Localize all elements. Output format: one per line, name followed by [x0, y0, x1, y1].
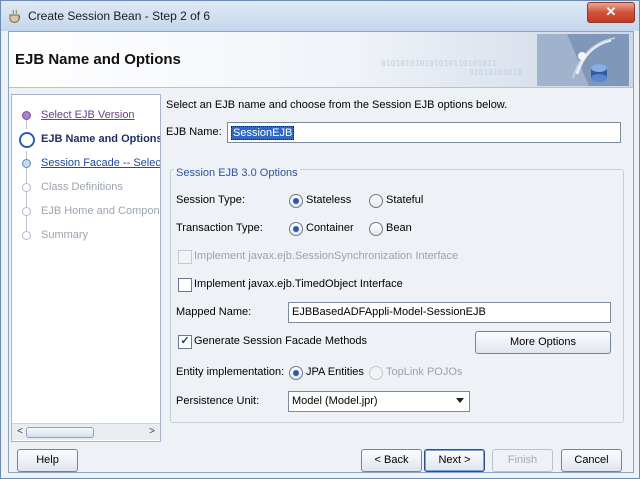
group-title: Session EJB 3.0 Options — [174, 167, 300, 179]
close-button[interactable]: ✕ — [587, 2, 635, 23]
step-label: Summary — [41, 229, 89, 241]
close-icon: ✕ — [605, 4, 617, 19]
more-options-button[interactable]: More Options — [475, 331, 611, 354]
mapped-name-label: Mapped Name: — [176, 306, 252, 318]
step-future-icon — [22, 231, 31, 240]
session-options-group — [170, 169, 624, 423]
stateless-label: Stateless — [306, 194, 352, 206]
satellite-dish-logo-icon — [537, 34, 629, 86]
window-title: Create Session Bean - Step 2 of 6 — [28, 9, 211, 23]
wizard-header: EJB Name and Options 0101010101010101101… — [9, 32, 633, 88]
transaction-type-label: Transaction Type: — [176, 222, 263, 234]
ejb-name-value: SessionEJB — [231, 126, 295, 140]
chevron-down-icon — [456, 398, 464, 403]
binary-decoration: 010101010101010110101011 — [381, 59, 497, 68]
toplink-pojos-label: TopLink POJOs — [386, 366, 463, 378]
stateful-radio[interactable] — [369, 194, 383, 208]
session-sync-label: Implement javax.ejb.SessionSynchronizati… — [194, 250, 459, 262]
step-future-icon — [22, 207, 31, 216]
toplink-pojos-radio[interactable] — [369, 366, 383, 380]
step-label: EJB Name and Options — [41, 133, 161, 145]
timed-object-checkbox[interactable] — [178, 278, 192, 292]
session-sync-checkbox[interactable] — [178, 250, 192, 264]
steps-horizontal-scrollbar[interactable]: < > — [12, 423, 160, 440]
scroll-right-icon[interactable]: > — [145, 425, 159, 439]
session-type-label: Session Type: — [176, 194, 245, 206]
mapped-name-value: EJBBasedADFAppli-Model-SessionEJB — [292, 306, 486, 318]
page-title: EJB Name and Options — [15, 51, 181, 68]
wizard-client-area: EJB Name and Options 0101010101010101101… — [8, 31, 634, 473]
wizard-steps-panel: Select EJB Version EJB Name and Options … — [11, 94, 161, 442]
next-button[interactable]: Next > — [424, 449, 485, 472]
step-ejb-home-and-component: EJB Home and Component — [12, 201, 160, 223]
bean-label: Bean — [386, 222, 412, 234]
step-summary: Summary — [12, 225, 160, 247]
step-select-ejb-version[interactable]: Select EJB Version — [12, 105, 160, 127]
bean-radio[interactable] — [369, 222, 383, 236]
finish-button[interactable]: Finish — [492, 449, 553, 472]
step-label: Class Definitions — [41, 181, 123, 193]
persistence-unit-value: Model (Model.jpr) — [292, 395, 378, 407]
generate-facade-checkbox[interactable]: ✓ — [178, 335, 192, 349]
timed-object-label: Implement javax.ejb.TimedObject Interfac… — [194, 278, 403, 290]
scroll-left-icon[interactable]: < — [13, 425, 27, 439]
step-future-icon — [22, 183, 31, 192]
ejb-name-input[interactable]: SessionEJB — [227, 122, 621, 143]
title-bar: Create Session Bean - Step 2 of 6 ✕ — [1, 1, 639, 31]
stateful-label: Stateful — [386, 194, 424, 206]
help-button[interactable]: Help — [17, 449, 78, 472]
persistence-unit-select[interactable]: Model (Model.jpr) — [288, 391, 470, 412]
step-visited-icon — [22, 111, 31, 120]
container-label: Container — [306, 222, 354, 234]
wizard-window: Create Session Bean - Step 2 of 6 ✕ EJB … — [0, 0, 640, 479]
coffee-cup-icon — [9, 9, 21, 23]
step-label: Select EJB Version — [41, 109, 135, 121]
ejb-name-label: EJB Name: — [166, 126, 222, 138]
step-ejb-name-and-options[interactable]: EJB Name and Options — [12, 129, 160, 151]
step-label: Session Facade -- Select — [41, 157, 161, 169]
cancel-button[interactable]: Cancel — [561, 449, 622, 472]
stateless-radio[interactable] — [289, 194, 303, 208]
generate-facade-label: Generate Session Facade Methods — [194, 335, 368, 347]
step-current-icon — [19, 132, 35, 148]
step-label: EJB Home and Component — [41, 205, 160, 217]
step-class-definitions: Class Definitions — [12, 177, 160, 199]
persistence-unit-label: Persistence Unit: — [176, 395, 260, 407]
step-next-icon — [22, 159, 31, 168]
intro-text: Select an EJB name and choose from the S… — [166, 99, 508, 111]
mapped-name-input[interactable]: EJBBasedADFAppli-Model-SessionEJB — [288, 302, 611, 323]
scrollbar-thumb[interactable] — [26, 427, 94, 438]
jpa-entities-radio[interactable] — [289, 366, 303, 380]
jpa-entities-label: JPA Entities — [306, 366, 364, 378]
entity-implementation-label: Entity implementation: — [176, 366, 285, 378]
back-button[interactable]: < Back — [361, 449, 422, 472]
step-session-facade[interactable]: Session Facade -- Select — [12, 153, 160, 175]
binary-decoration-2: 01010101010 — [469, 68, 522, 77]
container-radio[interactable] — [289, 222, 303, 236]
